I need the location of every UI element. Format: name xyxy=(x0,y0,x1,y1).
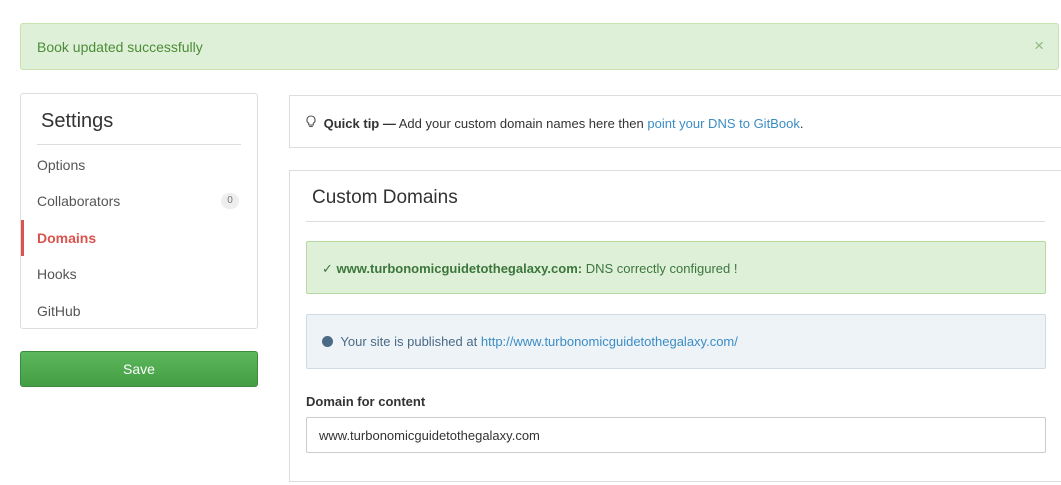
panel-title: Custom Domains xyxy=(312,187,458,208)
dns-status-alert: ✓ www.turbonomicguidetothegalaxy.com: DN… xyxy=(306,241,1046,294)
published-site-alert: Your site is published at http://www.tur… xyxy=(306,314,1046,369)
sidebar-item-hooks[interactable]: Hooks xyxy=(21,256,257,292)
published-site-link[interactable]: http://www.turbonomicguidetothegalaxy.co… xyxy=(481,334,738,349)
lightbulb-icon xyxy=(306,115,316,131)
quick-tip-box: Quick tip — Add your custom domain names… xyxy=(289,95,1061,148)
sidebar-item-label: Options xyxy=(37,157,86,173)
panel-divider xyxy=(306,221,1045,222)
domain-input[interactable] xyxy=(306,417,1046,453)
sidebar-item-domains[interactable]: Domains xyxy=(21,220,257,256)
dns-status-text: DNS correctly configured ! xyxy=(585,261,738,276)
flash-success-alert: Book updated successfully × xyxy=(20,23,1059,70)
check-icon: ✓ xyxy=(322,261,333,276)
save-button[interactable]: Save xyxy=(20,351,258,387)
domain-field-label: Domain for content xyxy=(306,394,426,409)
sidebar-item-collaborators[interactable]: Collaborators 0 xyxy=(21,183,257,219)
sidebar-item-label: Hooks xyxy=(37,266,77,282)
sidebar-item-label: Domains xyxy=(37,230,97,246)
close-icon[interactable]: × xyxy=(1034,36,1044,56)
flash-message: Book updated successfully xyxy=(37,39,203,55)
sidebar-item-label: GitHub xyxy=(37,303,81,319)
sidebar-item-label: Collaborators xyxy=(37,193,121,209)
custom-domains-panel: Custom Domains ✓ www.turbonomicguidetoth… xyxy=(289,170,1061,482)
published-text: Your site is published at xyxy=(340,334,478,349)
sidebar-item-options[interactable]: Options xyxy=(21,147,257,183)
sidebar-divider xyxy=(37,144,241,145)
sidebar-item-github[interactable]: GitHub xyxy=(21,293,257,329)
globe-icon xyxy=(322,336,333,347)
settings-sidebar: Settings Options Collaborators 0 Domains… xyxy=(20,93,258,329)
dns-help-link[interactable]: point your DNS to GitBook xyxy=(647,116,799,131)
sidebar-title: Settings xyxy=(41,110,114,132)
quick-tip-label: Quick tip — xyxy=(323,116,396,131)
configured-hostname: www.turbonomicguidetothegalaxy.com: xyxy=(336,261,583,276)
quick-tip-end: . xyxy=(799,116,804,131)
quick-tip-text: Add your custom domain names here then xyxy=(398,116,644,131)
collaborators-count-badge: 0 xyxy=(221,193,239,209)
